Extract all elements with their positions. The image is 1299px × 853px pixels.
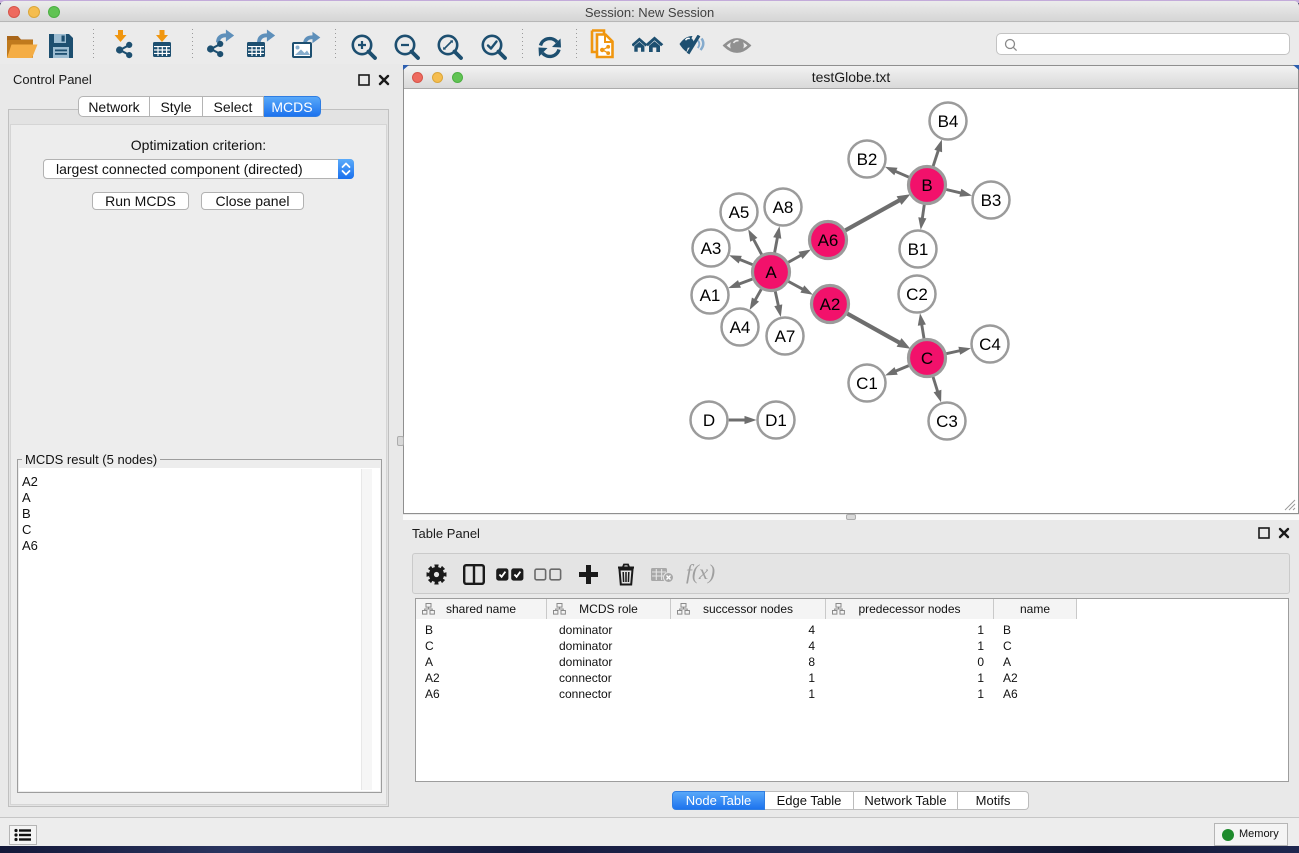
svg-text:A7: A7 [775, 327, 796, 346]
svg-text:D: D [703, 411, 715, 430]
svg-text:B2: B2 [857, 150, 878, 169]
svg-text:A3: A3 [701, 239, 722, 258]
svg-text:A8: A8 [773, 198, 794, 217]
svg-text:D1: D1 [765, 411, 787, 430]
svg-text:B4: B4 [938, 112, 959, 131]
svg-text:A5: A5 [729, 203, 750, 222]
svg-text:A1: A1 [700, 286, 721, 305]
svg-text:B: B [921, 176, 932, 195]
svg-text:B3: B3 [981, 191, 1002, 210]
svg-text:A6: A6 [818, 231, 839, 250]
svg-text:B1: B1 [908, 240, 929, 259]
svg-text:C1: C1 [856, 374, 878, 393]
svg-text:C3: C3 [936, 412, 958, 431]
svg-text:C: C [921, 349, 933, 368]
svg-text:C2: C2 [906, 285, 928, 304]
svg-text:A4: A4 [730, 318, 751, 337]
svg-text:A2: A2 [820, 295, 841, 314]
svg-text:A: A [765, 263, 777, 282]
svg-text:C4: C4 [979, 335, 1001, 354]
